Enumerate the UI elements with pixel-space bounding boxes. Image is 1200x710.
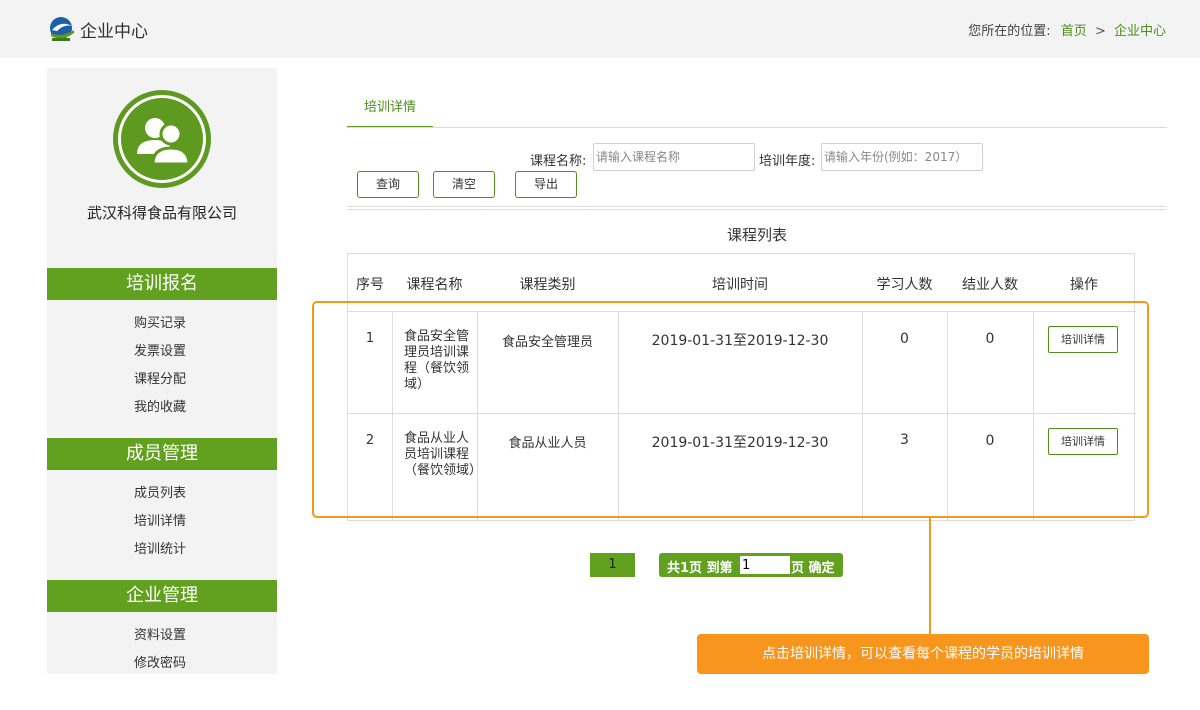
callout-connector: [929, 518, 931, 634]
table-header: 序号 课程名称 课程类别 培训时间 学习人数 结业人数 操作: [348, 254, 1136, 312]
section-enterprise-management[interactable]: 企业管理: [47, 580, 277, 612]
sidebar-item-member-list[interactable]: 成员列表: [134, 482, 186, 501]
column-header-action: 操作: [1070, 277, 1098, 293]
table-title: 课程列表: [726, 226, 787, 244]
page-number-button[interactable]: 1: [590, 553, 635, 577]
users-icon: [137, 118, 191, 166]
row-divider: [348, 413, 1136, 414]
form-divider-bottom: [347, 209, 1167, 210]
row-category: 食品从业人员: [508, 436, 587, 451]
row-time: 2019-01-31至2019-12-30: [651, 333, 829, 349]
app-title: 企业中心: [80, 22, 148, 42]
sidebar-item-training-stats[interactable]: 培训统计: [134, 538, 186, 557]
column-header-time: 培训时间: [712, 277, 768, 293]
sidebar-item-purchase-records[interactable]: 购买记录: [134, 312, 186, 331]
row-time: 2019-01-31至2019-12-30: [651, 435, 829, 451]
form-divider-top: [347, 206, 1167, 207]
page-summary: 共1页 到第: [667, 561, 733, 576]
callout-note: 点击培训详情，可以查看每个课程的学员的培训详情: [697, 634, 1149, 674]
breadcrumb-separator: >: [1094, 24, 1106, 39]
row-course-name: 食品安全管理员培训课程（餐饮领域）: [404, 329, 470, 392]
page-confirm-button[interactable]: 页 确定: [791, 557, 835, 576]
row-index: 1: [365, 331, 375, 346]
row-learners: 0: [900, 331, 909, 347]
clear-button[interactable]: 清空: [433, 171, 495, 198]
breadcrumb-current-link[interactable]: 企业中心: [1114, 24, 1166, 39]
page-jump: 共1页 到第 页 确定: [659, 553, 843, 577]
training-details-button[interactable]: 培训详情: [1048, 428, 1118, 455]
row-learners: 3: [900, 432, 909, 448]
tab-divider: [347, 127, 1167, 128]
company-name: 武汉科得食品有限公司: [86, 204, 237, 222]
avatar: [113, 90, 211, 188]
sidebar-item-profile-settings[interactable]: 资料设置: [134, 624, 186, 643]
page-jump-input[interactable]: [740, 556, 790, 574]
column-header-category: 课程类别: [519, 277, 576, 293]
breadcrumb: 您所在的位置: 首页 > 企业中心: [968, 20, 1166, 39]
sidebar-item-favorites[interactable]: 我的收藏: [134, 396, 186, 415]
section-member-management[interactable]: 成员管理: [47, 438, 277, 470]
course-table: 序号 课程名称 课程类别 培训时间 学习人数 结业人数 操作 1 食品安全管理员…: [347, 253, 1136, 521]
row-index: 2: [365, 433, 375, 448]
breadcrumb-label: 您所在的位置:: [968, 24, 1051, 39]
row-graduates: 0: [985, 433, 995, 449]
course-name-label: 课程名称:: [530, 154, 587, 169]
column-header-graduates: 结业人数: [962, 277, 1018, 293]
column-header-learners: 学习人数: [876, 277, 933, 293]
top-bar: 企业中心 您所在的位置: 首页 > 企业中心: [0, 0, 1200, 58]
sidebar-item-invoice-settings[interactable]: 发票设置: [134, 340, 186, 359]
sidebar: 武汉科得食品有限公司 培训报名 购买记录 发票设置 课程分配 我的收藏 成员管理…: [47, 68, 277, 674]
export-button[interactable]: 导出: [515, 171, 577, 198]
sidebar-item-training-details[interactable]: 培训详情: [134, 510, 186, 529]
training-details-button[interactable]: 培训详情: [1048, 326, 1118, 353]
column-divider: [392, 312, 393, 520]
column-header-index: 序号: [356, 277, 384, 293]
query-button[interactable]: 查询: [357, 171, 419, 198]
section-training-signup[interactable]: 培训报名: [47, 268, 277, 300]
column-header-course-name: 课程名称: [406, 277, 463, 293]
sidebar-item-course-allocation[interactable]: 课程分配: [134, 368, 186, 387]
breadcrumb-home-link[interactable]: 首页: [1061, 24, 1087, 39]
training-year-label: 培训年度:: [759, 154, 816, 169]
logo-icon: [50, 17, 74, 41]
sidebar-item-change-password[interactable]: 修改密码: [134, 652, 186, 671]
tab-training-details[interactable]: 培训详情: [347, 98, 433, 128]
training-year-input[interactable]: [821, 143, 983, 171]
row-course-name: 食品从业人员培训课程（餐饮领域）: [404, 431, 483, 478]
course-name-input[interactable]: [593, 143, 755, 171]
column-divider: [1033, 312, 1034, 520]
row-category: 食品安全管理员: [501, 335, 593, 350]
row-graduates: 0: [985, 331, 995, 347]
